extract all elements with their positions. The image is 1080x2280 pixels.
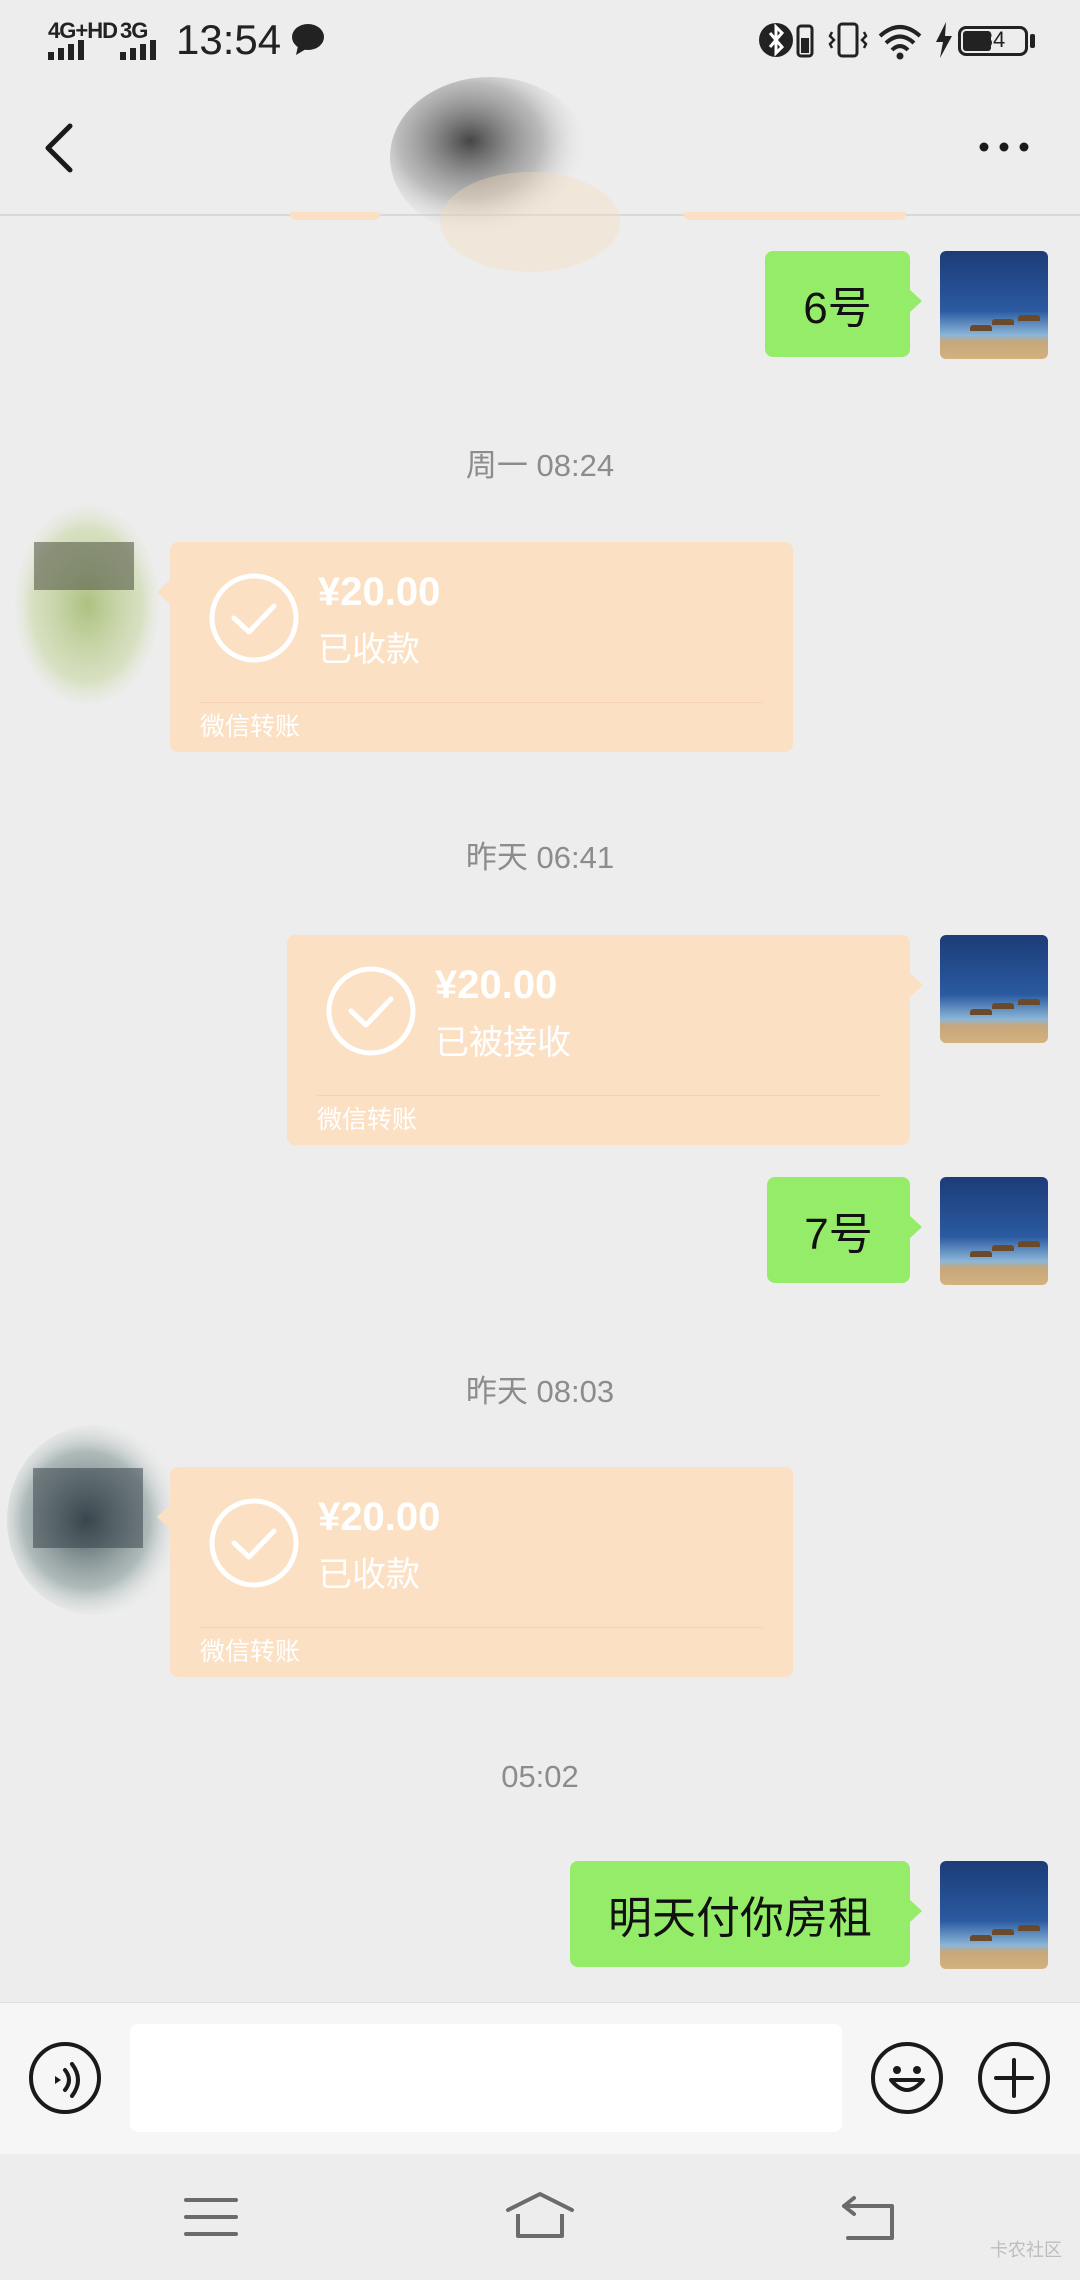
transfer-card-received[interactable]: ¥20.00 已收款 微信转账: [157, 1467, 793, 1677]
home-icon[interactable]: [504, 2190, 576, 2242]
chevron-left-icon[interactable]: [40, 122, 80, 174]
signal-bars-2-icon: [120, 40, 156, 60]
chat-notification-icon: [292, 24, 324, 55]
transfer-footer: 微信转账: [317, 1106, 418, 1134]
plus-icon: [994, 2058, 1034, 2098]
transfer-card-sent[interactable]: ¥20.00 已被接收 微信转账: [287, 935, 923, 1145]
avatar-self[interactable]: [940, 935, 1048, 1043]
battery-icon: 34: [958, 26, 1028, 56]
transfer-status: 已被接收: [435, 1024, 571, 1062]
signal-bars-icon: [48, 40, 84, 60]
avatar-contact-redacted[interactable]: [12, 490, 162, 720]
clock: 13:54: [176, 16, 282, 63]
emoji-button[interactable]: [871, 2042, 943, 2114]
bluetooth-icon: [759, 23, 793, 57]
partial-previous-bubble: [290, 212, 380, 220]
transfer-footer: 微信转账: [200, 713, 301, 741]
message-timestamp: 昨天 06:41: [465, 840, 615, 875]
transfer-status: 已收款: [318, 1556, 420, 1594]
check-circle-icon: [209, 1498, 299, 1588]
more-dots-icon[interactable]: [978, 140, 1030, 154]
message-text: 明天付你房租: [608, 1894, 872, 1943]
battery-small-icon: [796, 24, 814, 58]
message-timestamp: 昨天 08:03: [465, 1374, 615, 1409]
message-timestamp: 05:02: [501, 1759, 579, 1794]
avatar-self[interactable]: [940, 251, 1048, 359]
partial-previous-bubble-right: [684, 212, 906, 220]
battery-level: 34: [980, 27, 1006, 52]
transfer-card-received[interactable]: ¥20.00 已收款 微信转账: [157, 542, 793, 752]
transfer-footer: 微信转账: [200, 1638, 301, 1666]
status-bar: 4G+HD 3G 13:54 34: [0, 0, 1080, 80]
divider: [200, 702, 763, 703]
divider: [200, 1627, 763, 1628]
message-bubble-sent[interactable]: 7号: [767, 1177, 922, 1283]
message-bubble-sent[interactable]: 6号: [765, 251, 922, 357]
redacted-title-scribble: [380, 72, 650, 302]
check-circle-icon: [326, 966, 416, 1056]
plus-button[interactable]: [978, 2042, 1050, 2114]
charging-icon: [936, 22, 952, 58]
avatar-self[interactable]: [940, 1861, 1048, 1969]
transfer-amount: ¥20.00: [435, 963, 558, 1007]
message-text: 6号: [803, 284, 872, 333]
menu-icon[interactable]: [184, 2196, 238, 2238]
wifi-icon: [878, 25, 922, 60]
battery-tip: [1030, 34, 1035, 48]
return-icon[interactable]: [840, 2194, 896, 2242]
voice-icon: [55, 2062, 80, 2098]
transfer-amount: ¥20.00: [318, 1495, 441, 1539]
transfer-amount: ¥20.00: [318, 570, 441, 614]
check-circle-icon: [209, 573, 299, 663]
message-text: 7号: [804, 1210, 873, 1259]
divider: [317, 1095, 880, 1096]
avatar-self[interactable]: [940, 1177, 1048, 1285]
message-bubble-sent[interactable]: 明天付你房租: [570, 1861, 922, 1967]
message-timestamp: 周一 08:24: [465, 448, 615, 483]
watermark: 卡农社区: [990, 2240, 1062, 2260]
voice-button[interactable]: [29, 2042, 101, 2114]
transfer-status: 已收款: [318, 631, 420, 669]
emoji-icon: [889, 2066, 925, 2092]
vibrate-icon: [828, 22, 868, 58]
message-input[interactable]: [130, 2024, 842, 2132]
